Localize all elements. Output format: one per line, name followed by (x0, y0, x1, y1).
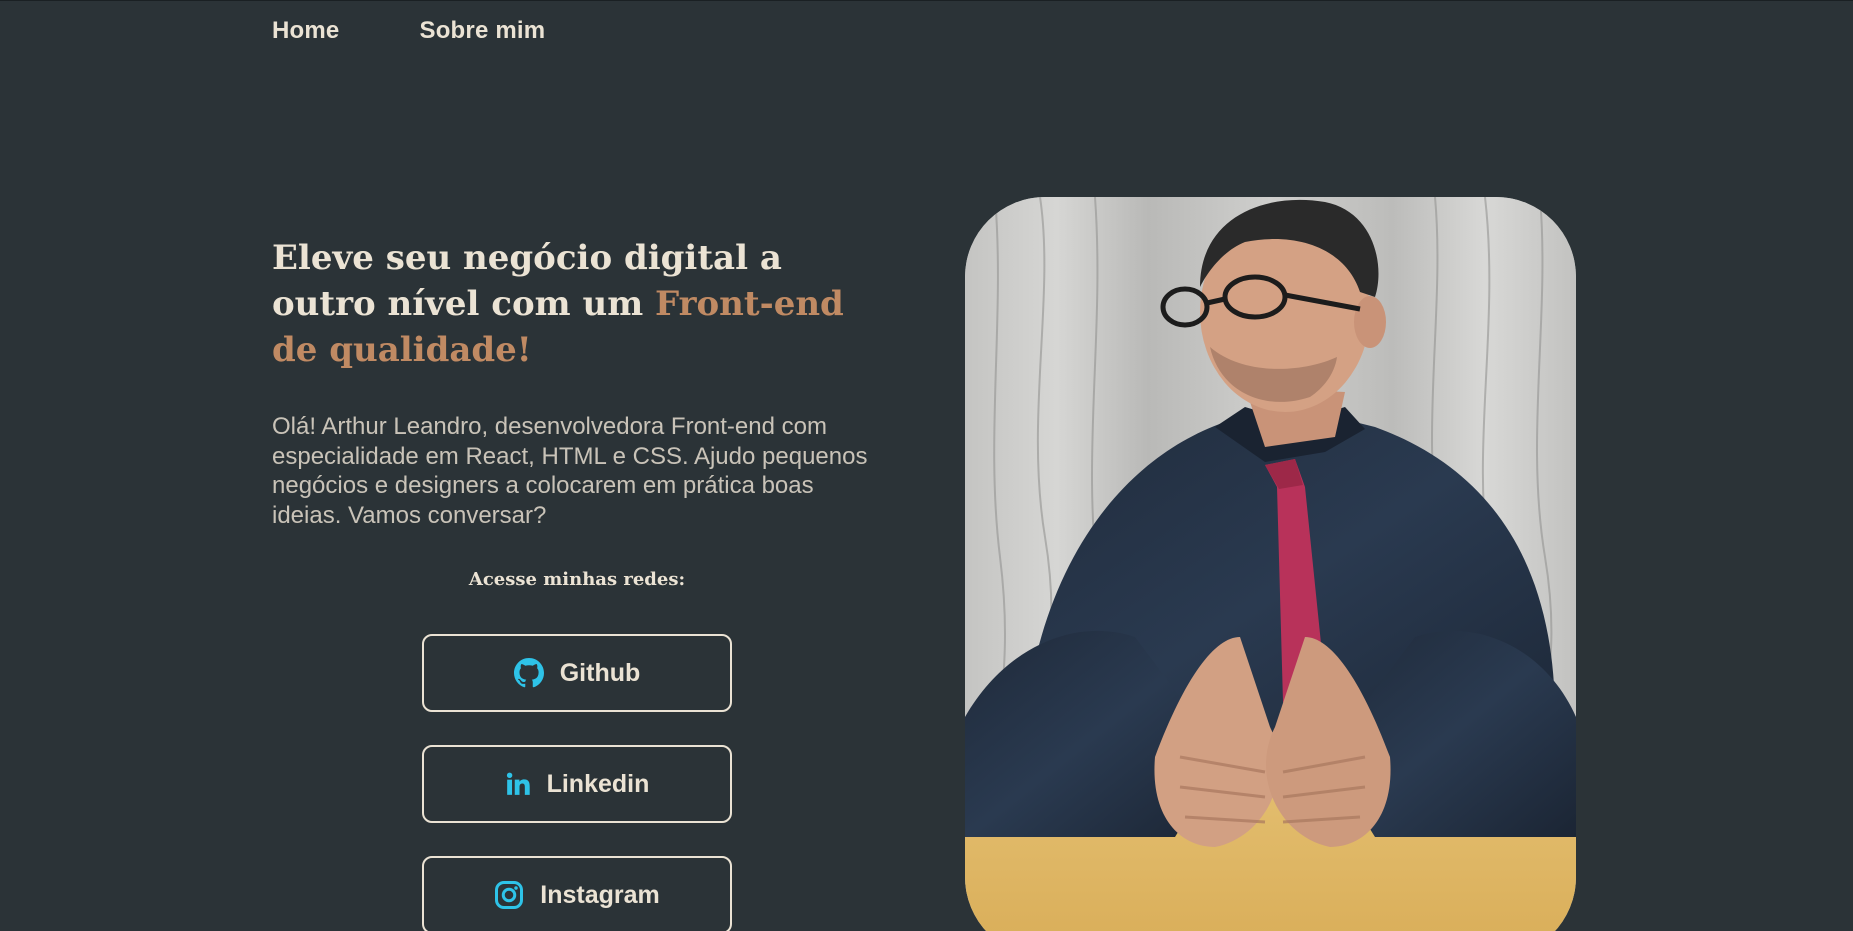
instagram-label: Instagram (540, 880, 660, 909)
linkedin-label: Linkedin (546, 769, 650, 798)
linkedin-icon (505, 771, 531, 797)
hero-title: Eleve seu negócio digital a outro nível … (272, 235, 872, 373)
nav-link-sobre-mim[interactable]: Sobre mim (419, 17, 545, 45)
instagram-icon (494, 880, 524, 910)
github-label: Github (559, 658, 641, 687)
hero-intro: Olá! Arthur Leandro, desenvolvedora Fron… (272, 413, 868, 529)
github-icon (513, 658, 544, 688)
github-button[interactable]: Github (422, 634, 732, 712)
social-heading: Acesse minhas redes: (468, 569, 686, 590)
nav-link-home[interactable]: Home (272, 17, 339, 45)
top-nav: Home Sobre mim (272, 17, 545, 45)
profile-photo (965, 197, 1576, 931)
profile-photo-illustration (965, 197, 1576, 931)
page: Home Sobre mim Eleve seu negócio digital… (0, 0, 1853, 931)
linkedin-button[interactable]: Linkedin (422, 745, 732, 823)
instagram-button[interactable]: Instagram (422, 856, 732, 931)
